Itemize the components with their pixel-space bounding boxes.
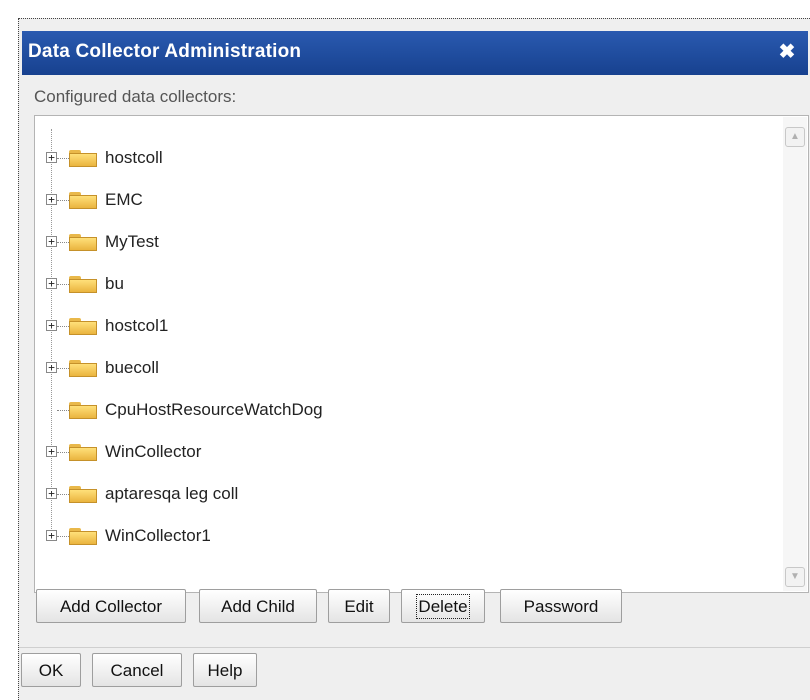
tree-connector: [57, 326, 69, 327]
tree-node[interactable]: + bu: [35, 271, 755, 297]
plus-box-icon[interactable]: +: [46, 278, 57, 289]
data-collector-dialog: Data Collector Administration ✖ Configur…: [18, 18, 810, 700]
folder-icon: [69, 444, 97, 461]
tree-node-label: CpuHostResourceWatchDog: [105, 400, 323, 419]
tree-connector: [57, 368, 69, 369]
footer-separator: [19, 647, 810, 648]
password-button[interactable]: Password: [500, 589, 622, 623]
tree-node-label: aptaresqa leg coll: [105, 484, 239, 503]
plus-box-icon[interactable]: +: [46, 488, 57, 499]
plus-box-icon[interactable]: +: [46, 530, 57, 541]
folder-icon: [69, 486, 97, 503]
tree-connector: [57, 452, 69, 453]
tree-node[interactable]: + buecoll: [35, 355, 755, 381]
plus-box-icon[interactable]: +: [46, 446, 57, 457]
folder-icon: [69, 276, 97, 293]
ok-button[interactable]: OK: [21, 653, 81, 687]
collector-tree[interactable]: + hostcoll + EMC + MyTest + bu + hostcol1 + buecoll…: [34, 115, 809, 593]
folder-icon: [69, 528, 97, 545]
tree-connector: [57, 158, 69, 159]
dialog-title: Data Collector Administration: [28, 41, 302, 62]
tree-connector: [57, 536, 69, 537]
tree-node-label: hostcol1: [105, 316, 169, 335]
dialog-titlebar[interactable]: Data Collector Administration ✖: [22, 31, 808, 75]
tree-node[interactable]: + hostcoll: [35, 145, 755, 171]
close-icon[interactable]: ✖: [776, 41, 798, 63]
scroll-down-arrow-icon[interactable]: ▼: [785, 567, 805, 587]
tree-node-label: bu: [105, 274, 124, 293]
scroll-up-arrow-icon[interactable]: ▲: [785, 127, 805, 147]
tree-node-label: buecoll: [105, 358, 159, 377]
cancel-button[interactable]: Cancel: [92, 653, 182, 687]
folder-icon: [69, 150, 97, 167]
folder-icon: [69, 234, 97, 251]
tree-node-label: MyTest: [105, 232, 159, 251]
delete-button-label: Delete: [416, 594, 470, 619]
tree-connector: [57, 494, 69, 495]
edit-button[interactable]: Edit: [328, 589, 390, 623]
tree-connector: [57, 410, 69, 411]
plus-box-icon[interactable]: +: [46, 320, 57, 331]
plus-box-icon[interactable]: +: [46, 362, 57, 373]
plus-box-icon[interactable]: +: [46, 236, 57, 247]
folder-icon: [69, 402, 97, 419]
tree-node-label: WinCollector1: [105, 526, 211, 545]
tree-node[interactable]: CpuHostResourceWatchDog: [35, 397, 755, 423]
tree-node-label: EMC: [105, 190, 143, 209]
add-collector-button[interactable]: Add Collector: [36, 589, 186, 623]
tree-node[interactable]: + WinCollector1: [35, 523, 755, 549]
folder-icon: [69, 360, 97, 377]
tree-node[interactable]: + WinCollector: [35, 439, 755, 465]
tree-node-label: hostcoll: [105, 148, 163, 167]
help-button[interactable]: Help: [193, 653, 257, 687]
tree-connector: [57, 200, 69, 201]
tree-node-label: WinCollector: [105, 442, 202, 461]
configured-collectors-label: Configured data collectors:: [34, 87, 237, 106]
tree-node[interactable]: + MyTest: [35, 229, 755, 255]
plus-box-icon[interactable]: +: [46, 194, 57, 205]
vertical-scrollbar[interactable]: ▲ ▼: [783, 117, 807, 591]
folder-icon: [69, 192, 97, 209]
delete-button[interactable]: Delete: [401, 589, 485, 623]
tree-connector: [57, 284, 69, 285]
tree-node[interactable]: + hostcol1: [35, 313, 755, 339]
tree-node[interactable]: + aptaresqa leg coll: [35, 481, 755, 507]
plus-box-icon[interactable]: +: [46, 152, 57, 163]
folder-icon: [69, 318, 97, 335]
add-child-button[interactable]: Add Child: [199, 589, 317, 623]
tree-connector: [57, 242, 69, 243]
tree-node[interactable]: + EMC: [35, 187, 755, 213]
